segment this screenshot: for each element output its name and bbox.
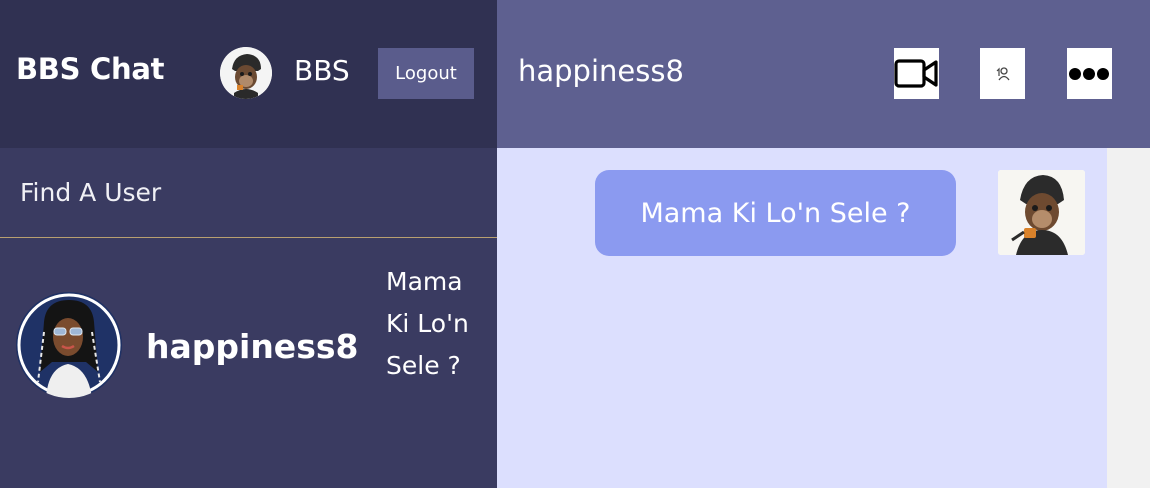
chat-header: happiness8 [497, 0, 1150, 148]
message-list: Mama Ki Lo'n Sele ? [497, 148, 1107, 488]
chat-title: happiness8 [518, 54, 684, 88]
monkey-hoodie-avatar-icon [220, 47, 272, 99]
find-user-input[interactable] [0, 148, 497, 237]
message-scrollbar[interactable] [1107, 148, 1150, 488]
contact-last-message: Mama Ki Lo'n Sele ? [386, 267, 469, 380]
sidebar: BBS Chat BBS Logout Find A User happines… [0, 0, 497, 488]
person-icon [996, 66, 1010, 80]
monkey-hoodie-avatar-icon [998, 170, 1085, 255]
sidebar-header: BBS Chat BBS Logout [0, 0, 497, 148]
contact-name: happiness8 [146, 327, 359, 366]
sent-message-bubble: Mama Ki Lo'n Sele ? [595, 170, 956, 256]
logout-button[interactable]: Logout [378, 48, 474, 99]
more-options-button[interactable] [1067, 48, 1112, 99]
woman-sunglasses-avatar-icon [16, 292, 122, 398]
ellipsis-icon [1069, 67, 1109, 80]
video-call-button[interactable] [894, 48, 939, 99]
chat-app: BBS Chat BBS Logout Find A User happines… [0, 0, 1150, 488]
message-sender-avatar [998, 170, 1085, 255]
current-user-name: BBS [294, 54, 350, 87]
view-profile-button[interactable] [980, 48, 1025, 99]
current-user-avatar[interactable] [220, 47, 272, 99]
contact-item[interactable]: happiness8 Mama Ki Lo'n Sele ? [0, 239, 497, 439]
app-brand: BBS Chat [16, 52, 165, 86]
contact-avatar [16, 292, 122, 398]
video-camera-icon [894, 59, 938, 88]
find-user-section [0, 148, 497, 238]
